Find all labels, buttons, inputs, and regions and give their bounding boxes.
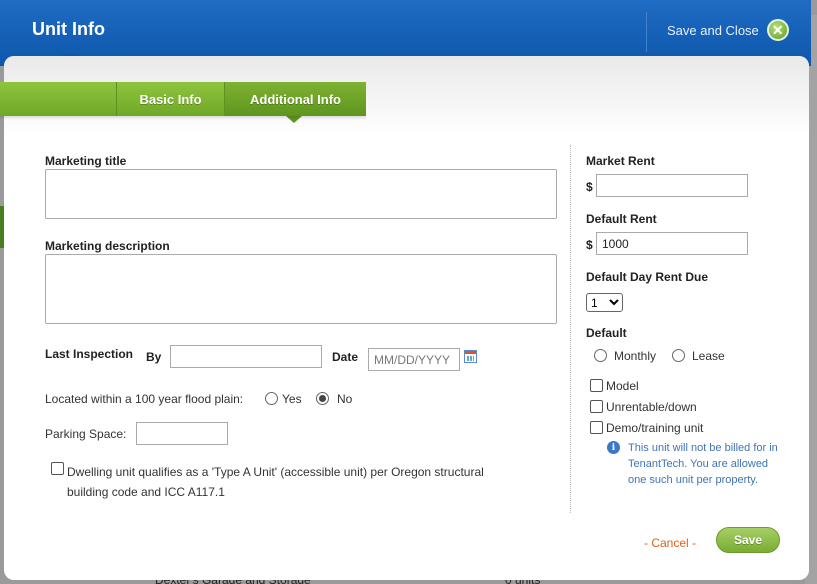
flood-yes-radio[interactable] bbox=[265, 392, 278, 405]
model-label: Model bbox=[606, 379, 639, 393]
default-monthly-radio[interactable] bbox=[594, 349, 607, 362]
tab-bar-shadow bbox=[0, 116, 366, 120]
marketing-description-label: Marketing description bbox=[45, 239, 170, 253]
dialog-title: Unit Info bbox=[32, 19, 105, 39]
type-a-unit-checkbox[interactable] bbox=[51, 462, 64, 475]
default-monthly-label: Monthly bbox=[614, 349, 657, 363]
tab-spacer bbox=[0, 82, 117, 116]
close-icon[interactable]: ✕ bbox=[766, 19, 789, 41]
last-inspection-label: Last Inspection bbox=[45, 347, 134, 361]
info-icon: i bbox=[607, 441, 620, 454]
market-rent-currency: $ bbox=[586, 180, 593, 194]
parking-space-input[interactable] bbox=[136, 422, 228, 445]
inspection-date-input[interactable] bbox=[368, 348, 460, 371]
default-lease-radio[interactable] bbox=[672, 349, 685, 362]
inspection-by-input[interactable] bbox=[170, 345, 322, 368]
default-rent-currency: $ bbox=[586, 238, 593, 252]
marketing-title-label: Marketing title bbox=[45, 154, 127, 168]
unit-info-dialog: Unit Info Save and Close ✕ Basic Info Ad… bbox=[0, 0, 811, 580]
marketing-title-input[interactable] bbox=[45, 169, 557, 219]
save-button[interactable]: Save bbox=[716, 527, 780, 553]
market-rent-label: Market Rent bbox=[586, 154, 655, 168]
flood-yes-label: Yes bbox=[282, 392, 302, 406]
type-a-unit-label-line1: Dwelling unit qualifies as a 'Type A Uni… bbox=[67, 465, 484, 479]
flood-no-radio[interactable] bbox=[316, 392, 329, 405]
default-day-select[interactable]: 1 bbox=[586, 293, 623, 312]
cancel-link[interactable]: - Cancel - bbox=[644, 536, 696, 550]
inspection-by-label: By bbox=[146, 350, 162, 364]
default-label: Default bbox=[586, 326, 627, 340]
default-day-rent-due-label: Default Day Rent Due bbox=[586, 270, 709, 284]
type-a-unit-label: Dwelling unit qualifies as a 'Type A Uni… bbox=[67, 462, 484, 502]
inspection-date-label: Date bbox=[332, 350, 359, 364]
demo-training-label: Demo/training unit bbox=[606, 421, 704, 435]
flood-no-label: No bbox=[337, 392, 353, 406]
unrentable-label: Unrentable/down bbox=[606, 400, 697, 414]
unrentable-checkbox[interactable] bbox=[590, 400, 603, 413]
market-rent-input[interactable] bbox=[596, 174, 748, 197]
marketing-description-input[interactable] bbox=[45, 254, 557, 324]
header-divider bbox=[646, 12, 647, 52]
model-checkbox[interactable] bbox=[590, 379, 603, 392]
save-and-close-button[interactable]: Save and Close ✕ bbox=[667, 18, 789, 42]
default-rent-input[interactable] bbox=[596, 232, 748, 255]
demo-unit-info-text: This unit will not be billed for in Tena… bbox=[628, 442, 778, 486]
demo-training-checkbox[interactable] bbox=[590, 421, 603, 434]
calendar-icon[interactable] bbox=[464, 350, 477, 363]
save-and-close-label: Save and Close bbox=[667, 22, 759, 38]
flood-plain-label: Located within a 100 year flood plain: bbox=[45, 392, 244, 406]
default-rent-label: Default Rent bbox=[586, 212, 657, 226]
parking-space-label: Parking Space: bbox=[45, 427, 127, 441]
tab-basic-info[interactable]: Basic Info bbox=[117, 82, 225, 116]
type-a-unit-label-line2: building code and ICC A117.1 bbox=[67, 485, 225, 499]
tab-additional-info[interactable]: Additional Info bbox=[225, 82, 366, 116]
column-divider bbox=[570, 145, 571, 513]
default-lease-label: Lease bbox=[692, 349, 725, 363]
tab-bar: Basic Info Additional Info bbox=[0, 82, 366, 116]
